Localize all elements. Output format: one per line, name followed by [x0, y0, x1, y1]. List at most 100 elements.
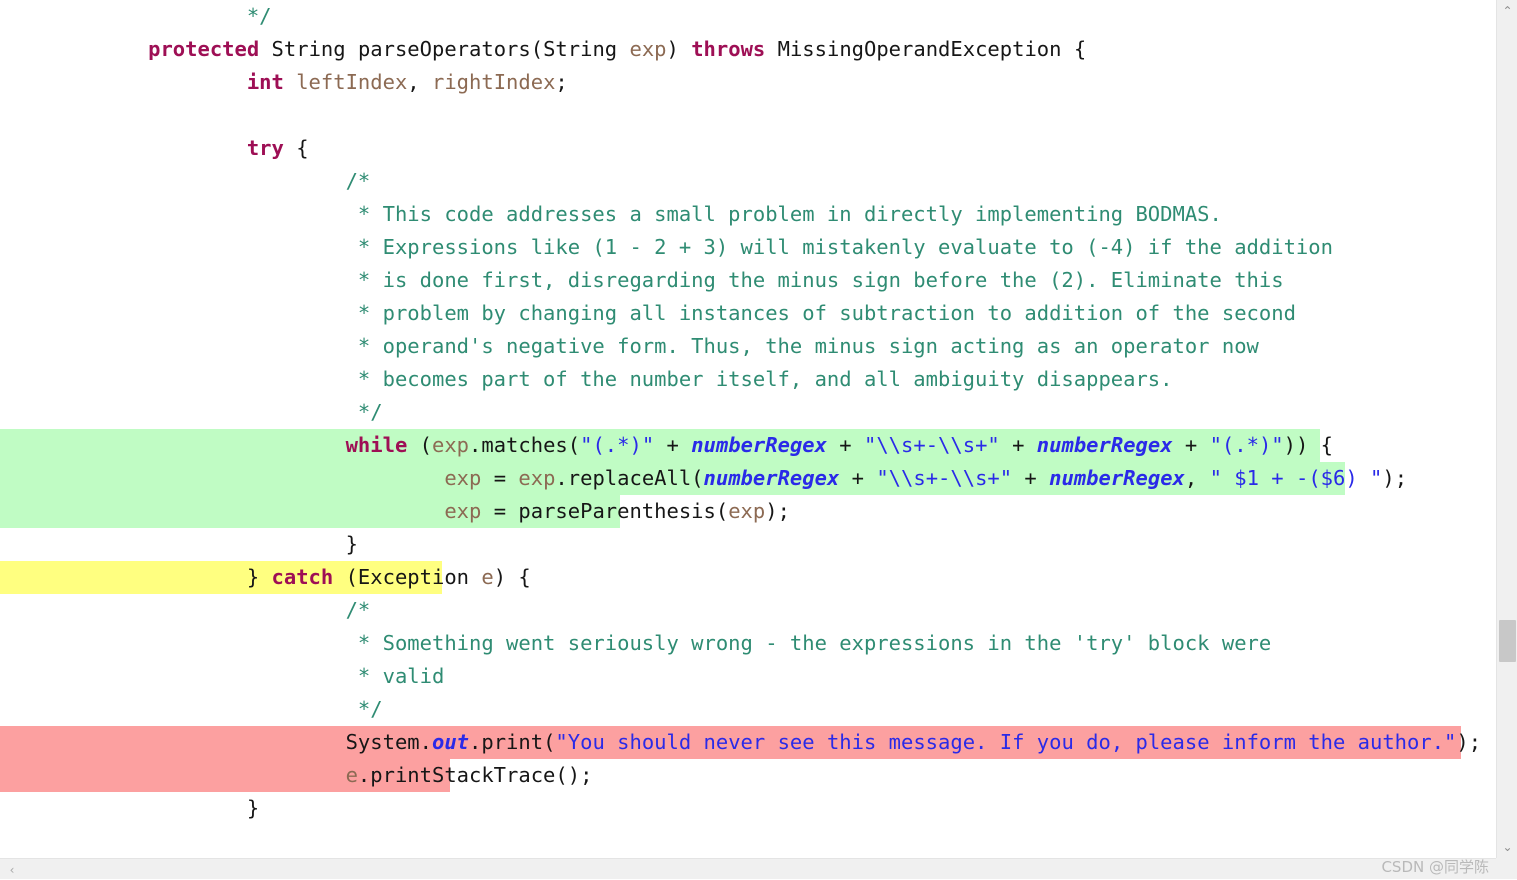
code-token-cm: * Expressions like (1 - 2 + 3) will mist…	[345, 235, 1333, 259]
code-line-text: */	[0, 396, 383, 429]
code-token-str: "(.*)"	[1209, 433, 1284, 457]
code-line: * Expressions like (1 - 2 + 3) will mist…	[0, 231, 1496, 264]
code-token-fld: numberRegex	[703, 466, 840, 490]
code-line-text: e.printStackTrace();	[0, 759, 593, 792]
code-line: /*	[0, 165, 1496, 198]
code-line-text: */	[0, 693, 383, 726]
code-token-pln: ,	[1184, 466, 1210, 490]
vertical-scrollbar-thumb[interactable]	[1499, 620, 1516, 662]
code-token-pln: +	[826, 433, 864, 457]
code-token-pln: .matches(	[469, 433, 581, 457]
code-line-text: * Expressions like (1 - 2 + 3) will mist…	[0, 231, 1333, 264]
code-line: * operand's negative form. Thus, the min…	[0, 330, 1496, 363]
code-token-prm: exp	[444, 466, 482, 490]
code-token-kw: throws	[691, 37, 766, 61]
code-token-cm: * This code addresses a small problem in…	[345, 202, 1222, 226]
code-token-pln: .printStackTrace();	[357, 763, 593, 787]
code-token-kw: catch	[271, 565, 334, 589]
code-token-str: "(.*)"	[580, 433, 655, 457]
scroll-up-icon[interactable]: ⌃	[1497, 2, 1517, 20]
code-line: protected String parseOperators(String e…	[0, 33, 1496, 66]
code-token-prm: exp	[431, 433, 470, 457]
code-token-pln: );	[1382, 466, 1408, 490]
code-token-pln: +	[999, 433, 1037, 457]
code-token-kw: protected	[148, 37, 260, 61]
code-token-cm: * problem by changing all instances of s…	[345, 301, 1296, 325]
code-line-text: protected String parseOperators(String e…	[0, 33, 1086, 66]
code-token-pln: )	[666, 37, 692, 61]
code-line: * valid	[0, 660, 1496, 693]
code-token-pln: String parseOperators(	[259, 37, 544, 61]
code-line: * This code addresses a small problem in…	[0, 198, 1496, 231]
code-line: * becomes part of the number itself, and…	[0, 363, 1496, 396]
code-token-kw: int	[246, 70, 284, 94]
code-line: e.printStackTrace();	[0, 759, 1496, 792]
code-line-text: try {	[0, 132, 309, 165]
code-token-fld: numberRegex	[1036, 433, 1173, 457]
code-token-pln: }	[345, 532, 358, 556]
horizontal-scrollbar[interactable]: ‹	[0, 858, 1496, 879]
code-line: while (exp.matches("(.*)" + numberRegex …	[0, 429, 1496, 462]
code-token-prm: rightIndex	[431, 70, 556, 94]
code-line-text: while (exp.matches("(.*)" + numberRegex …	[0, 429, 1333, 462]
code-token-fld: numberRegex	[691, 433, 827, 457]
code-line: try {	[0, 132, 1496, 165]
code-line: * Something went seriously wrong - the e…	[0, 627, 1496, 660]
code-editor-surface[interactable]: */ protected String parseOperators(Strin…	[0, 0, 1496, 858]
code-token-fld: numberRegex	[1049, 466, 1185, 490]
code-token-str: "\\s+-\\s+"	[864, 433, 1000, 457]
code-line: * problem by changing all instances of s…	[0, 297, 1496, 330]
code-line-text: * Something went seriously wrong - the e…	[0, 627, 1271, 660]
vertical-scrollbar[interactable]: ⌃ ⌄	[1496, 0, 1517, 858]
code-token-prm: exp	[629, 37, 667, 61]
code-line: */	[0, 693, 1496, 726]
code-line-text: * is done first, disregarding the minus …	[0, 264, 1284, 297]
code-token-pln: (	[407, 433, 432, 457]
scroll-down-icon[interactable]: ⌄	[1497, 838, 1517, 856]
code-line-text: * problem by changing all instances of s…	[0, 297, 1296, 330]
code-token-pln: }	[246, 565, 272, 589]
code-line: int leftIndex, rightIndex;	[0, 66, 1496, 99]
code-line: }	[0, 792, 1496, 825]
code-token-kw: try	[246, 136, 284, 160]
code-token-cm: * Something went seriously wrong - the e…	[345, 631, 1272, 655]
code-token-pln: +	[654, 433, 692, 457]
code-token-pln: = parseParenthesis(	[481, 499, 729, 523]
code-token-cm: */	[345, 400, 383, 424]
code-line: exp = parseParenthesis(exp);	[0, 495, 1496, 528]
code-token-kw: while	[345, 433, 408, 457]
code-token-prm: exp	[444, 499, 482, 523]
code-token-pln: +	[839, 466, 877, 490]
code-token-cm: * becomes part of the number itself, and…	[345, 367, 1173, 391]
code-token-pln: MissingOperandException {	[765, 37, 1087, 61]
code-line: */	[0, 396, 1496, 429]
code-token-str: "\\s+-\\s+"	[876, 466, 1013, 490]
code-line: }	[0, 528, 1496, 561]
code-token-pln: ;	[555, 70, 568, 94]
code-token-str: "You should never see this message. If y…	[555, 730, 1457, 754]
code-token-pln: String	[543, 37, 630, 61]
code-token-pln: +	[1012, 466, 1050, 490]
code-viewer-window: */ protected String parseOperators(Strin…	[0, 0, 1517, 879]
code-token-pln: +	[1172, 433, 1210, 457]
code-token-pln: .replaceAll(	[555, 466, 704, 490]
csdn-watermark: CSDN @同学陈	[1381, 858, 1489, 876]
code-token-cm: */	[345, 697, 383, 721]
code-line-text: int leftIndex, rightIndex;	[0, 66, 568, 99]
code-token-prm: leftIndex	[283, 70, 408, 94]
code-line-text: * This code addresses a small problem in…	[0, 198, 1222, 231]
scroll-left-icon[interactable]: ‹	[3, 859, 21, 880]
code-token-pln: }	[246, 796, 260, 820]
code-line-text: }	[0, 528, 358, 561]
